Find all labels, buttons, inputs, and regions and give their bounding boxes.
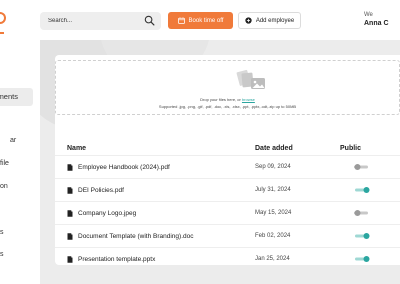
sidebar-item-logs[interactable]: s [0, 251, 4, 258]
row-divider [55, 247, 400, 248]
header-divider [55, 155, 400, 156]
sidebar-item-label: file [0, 160, 9, 167]
sidebar-item-label: s [0, 251, 4, 258]
date-added: Feb 02, 2024 [255, 233, 291, 239]
file-name-cell[interactable]: Company Logo.jpeg [67, 210, 136, 217]
user-name[interactable]: Anna C [364, 20, 389, 27]
date-added: Sep 09, 2024 [255, 164, 291, 170]
calendar-icon [177, 17, 185, 24]
search-box [40, 12, 161, 30]
sidebar-item-documents[interactable]: ments [0, 88, 33, 106]
documents-card: Drop your files here, or browse Supporte… [55, 55, 400, 265]
file-icon [67, 233, 73, 240]
public-toggle[interactable] [354, 232, 370, 240]
public-toggle[interactable] [354, 209, 370, 217]
sidebar-item-settings[interactable]: s [0, 229, 4, 236]
sidebar-item-label: ments [0, 92, 18, 101]
dropzone-instruction-text: Drop your files here, or [200, 97, 241, 102]
sidebar-item-label: s [0, 229, 4, 236]
file-name-cell[interactable]: Employee Handbook (2024).pdf [67, 164, 170, 171]
file-name-cell[interactable]: Document Template (with Branding).doc [67, 233, 194, 240]
welcome-text: We [364, 12, 373, 18]
file-name: DEI Policies.pdf [78, 187, 124, 194]
sidebar-item-calendar[interactable]: ar [10, 137, 16, 144]
documents-panel: Drop your files here, or browse Supporte… [40, 40, 400, 284]
file-name-cell[interactable]: DEI Policies.pdf [67, 187, 124, 194]
table-row[interactable]: Company Logo.jpeg May 15, 2024 [55, 204, 400, 224]
row-divider [55, 201, 400, 202]
search-input[interactable] [48, 16, 138, 26]
file-name: Employee Handbook (2024).pdf [78, 164, 170, 171]
browse-link[interactable]: browse [242, 97, 255, 102]
sidebar-item-label: on [0, 183, 8, 190]
plus-circle-icon [245, 17, 252, 24]
sidebar-item-vacation[interactable]: on [0, 183, 8, 190]
add-employee-button[interactable]: Add employee [238, 12, 301, 29]
book-time-off-button[interactable]: Book time off [168, 12, 233, 29]
table-row[interactable]: Document Template (with Branding).doc Fe… [55, 227, 400, 247]
column-header-name[interactable]: Name [67, 145, 86, 152]
file-name: Document Template (with Branding).doc [78, 233, 194, 240]
public-toggle[interactable] [354, 186, 370, 194]
file-name-cell[interactable]: Presentation template.pptx [67, 256, 155, 263]
file-icon [67, 256, 73, 263]
supported-formats: Supported .jpg, .png, .gif, .pdf, .doc, … [158, 104, 297, 109]
row-divider [55, 224, 400, 225]
file-name: Presentation template.pptx [78, 256, 156, 263]
file-icon [67, 164, 73, 171]
column-header-public[interactable]: Public [340, 145, 361, 152]
search-icon[interactable] [144, 15, 155, 26]
public-toggle[interactable] [354, 255, 370, 263]
column-header-date[interactable]: Date added [255, 145, 293, 152]
date-added: Jan 25, 2024 [255, 256, 290, 262]
public-toggle[interactable] [354, 163, 370, 171]
sidebar-item-label: ar [10, 137, 17, 144]
file-icon [67, 210, 73, 217]
logo [0, 12, 6, 24]
date-added: July 31, 2024 [255, 187, 291, 193]
row-divider [55, 178, 400, 179]
table-row[interactable]: Presentation template.pptx Jan 25, 2024 [55, 250, 400, 270]
table-row[interactable]: DEI Policies.pdf July 31, 2024 [55, 181, 400, 201]
sidebar-item-profile[interactable]: file [0, 160, 9, 167]
add-employee-label: Add employee [255, 17, 295, 24]
table-row[interactable]: Employee Handbook (2024).pdf Sep 09, 202… [55, 158, 400, 178]
file-name: Company Logo.jpeg [78, 210, 137, 217]
logo-underline [0, 32, 4, 34]
file-dropzone[interactable]: Drop your files here, or browse Supporte… [55, 60, 400, 115]
dropzone-instruction: Drop your files here, or browse [56, 97, 399, 102]
sidebar: ments ar file on s s [0, 0, 40, 284]
date-added: May 15, 2024 [255, 210, 292, 216]
book-time-off-label: Book time off [188, 17, 224, 24]
upload-files-icon [236, 69, 265, 89]
file-icon [67, 187, 73, 194]
